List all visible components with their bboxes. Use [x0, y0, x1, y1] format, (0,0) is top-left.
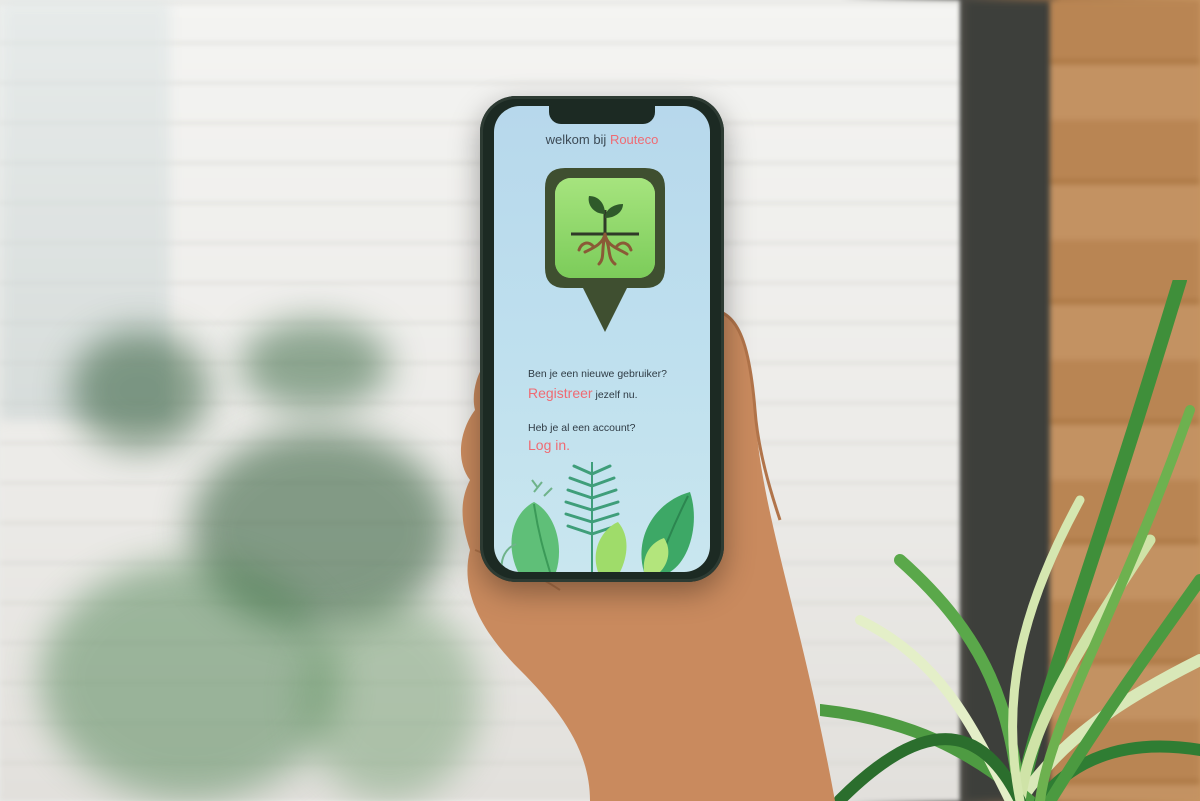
login-question: Heb je al een account?	[528, 422, 636, 434]
register-question: Ben je een nieuwe gebruiker?	[528, 368, 667, 380]
phone-notch	[549, 106, 655, 124]
login-link[interactable]: Log in.	[528, 437, 570, 453]
phone-device: welkom bij Routeco Ben je een nieuwe geb…	[480, 96, 724, 582]
brand-name: Routeco	[609, 132, 659, 147]
register-suffix: jezelf nu.	[592, 389, 638, 401]
app-screen: welkom bij Routeco Ben je een nieuwe geb…	[494, 106, 710, 572]
register-row: Registreer jezelf nu.	[528, 385, 638, 401]
jungle-leaves-icon	[500, 462, 694, 572]
register-link[interactable]: Registreer	[528, 385, 593, 401]
background-plant-blur	[40, 560, 340, 800]
seedling-roots-pin-icon	[545, 168, 665, 332]
welcome-heading: welkom bij Routeco	[494, 132, 710, 147]
welcome-prefix: welkom bij	[545, 132, 610, 147]
background-plant-blur	[70, 330, 210, 450]
background-plant-blur	[240, 320, 390, 410]
foreground-plant	[820, 280, 1200, 801]
